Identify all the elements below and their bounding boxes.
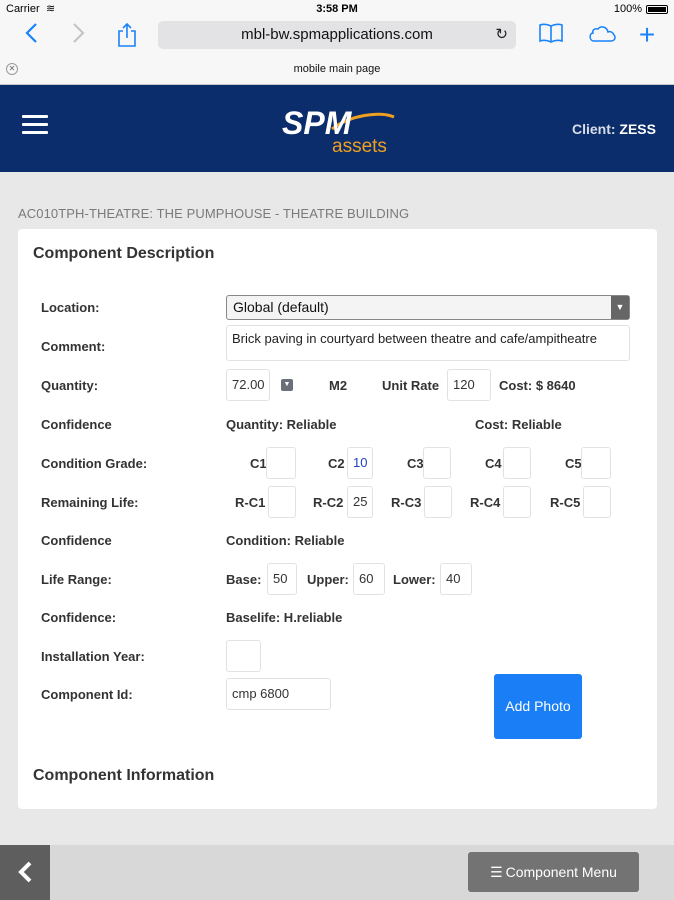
location-selected-value: Global (default): [233, 299, 329, 315]
remaining-life-label: Remaining Life:: [41, 495, 139, 510]
back-icon[interactable]: [20, 22, 42, 48]
hamburger-menu-icon[interactable]: [22, 115, 48, 135]
rc2-label: R-C2: [313, 495, 344, 510]
comment-label: Comment:: [41, 339, 106, 354]
life-range-label: Life Range:: [41, 572, 112, 587]
tab-bar: ✕ mobile main page: [0, 54, 674, 85]
breadcrumb: AC010TPH-THEATRE: THE PUMPHOUSE - THEATR…: [18, 206, 410, 221]
section-title-description: Component Description: [33, 245, 215, 262]
baselife-confidence: Baselife: H.reliable: [226, 610, 343, 625]
browser-toolbar: mbl-bw.spmapplications.com ↻ +: [0, 18, 674, 54]
tab-title[interactable]: mobile main page: [0, 63, 674, 75]
component-menu-button[interactable]: ☰ Component Menu: [468, 852, 639, 892]
battery-icon: [646, 5, 668, 14]
grade-c2-label: C2: [328, 456, 345, 471]
base-input[interactable]: 50: [267, 563, 297, 595]
address-bar[interactable]: mbl-bw.spmapplications.com ↻: [158, 21, 516, 49]
quantity-confidence: Quantity: Reliable: [226, 417, 337, 432]
cost-value: Cost: $ 8640: [499, 378, 576, 393]
quantity-label: Quantity:: [41, 378, 99, 393]
quantity-input[interactable]: 72.00: [226, 369, 270, 401]
condition-confidence: Condition: Reliable: [226, 533, 345, 548]
rc3-input[interactable]: [424, 486, 452, 518]
bookmarks-icon[interactable]: [538, 22, 564, 48]
installation-year-label: Installation Year:: [41, 649, 145, 664]
lower-label: Lower:: [393, 572, 436, 587]
condition-grade-label: Condition Grade:: [41, 456, 148, 471]
clock: 3:58 PM: [316, 3, 358, 15]
rc2-input[interactable]: 25: [347, 486, 373, 518]
rc4-input[interactable]: [503, 486, 531, 518]
chevron-down-icon: ▼: [611, 296, 629, 319]
lower-input[interactable]: 40: [440, 563, 472, 595]
rc1-input[interactable]: [268, 486, 296, 518]
base-label: Base:: [226, 572, 262, 587]
confidence-label-2: Confidence: [41, 533, 112, 548]
client-name: ZESS: [619, 121, 656, 137]
client-indicator: Client: ZESS: [572, 121, 656, 137]
grade-c2-input[interactable]: 10: [347, 447, 373, 479]
confidence-label-1: Confidence: [41, 417, 112, 432]
forward-icon[interactable]: [68, 22, 90, 48]
confidence-label-3: Confidence:: [41, 610, 117, 625]
installation-year-input[interactable]: [226, 640, 261, 672]
unit-rate-label: Unit Rate: [382, 378, 440, 393]
rc3-label: R-C3: [391, 495, 422, 510]
grade-c5-label: C5: [565, 456, 582, 471]
grade-c5-input[interactable]: [581, 447, 611, 479]
quantity-unit: M2: [329, 378, 348, 393]
new-tab-icon[interactable]: +: [634, 21, 660, 49]
url-text: mbl-bw.spmapplications.com: [241, 26, 433, 43]
section-title-information: Component Information: [33, 767, 215, 784]
battery-percent: 100%: [613, 3, 642, 15]
component-menu-label: Component Menu: [505, 864, 617, 880]
upper-label: Upper:: [307, 572, 349, 587]
share-icon[interactable]: [114, 22, 140, 48]
rc4-label: R-C4: [470, 495, 501, 510]
location-label: Location:: [41, 300, 100, 315]
chevron-left-icon: [18, 861, 32, 883]
component-id-input[interactable]: cmp 6800: [226, 678, 331, 710]
client-label: Client:: [571, 121, 616, 137]
component-id-label: Component Id:: [41, 687, 133, 702]
back-button[interactable]: [0, 845, 50, 900]
bottom-bar: ☰ Component Menu: [0, 845, 674, 900]
component-card: Component Description Location: Global (…: [18, 229, 657, 809]
logo-text-bottom: assets: [332, 136, 387, 155]
location-select[interactable]: Global (default) ▼: [226, 295, 630, 320]
grade-c1-input[interactable]: [266, 447, 296, 479]
unit-rate-input[interactable]: 120: [447, 369, 491, 401]
grade-c4-label: C4: [485, 456, 502, 471]
reload-icon[interactable]: ↻: [495, 21, 508, 49]
rc5-input[interactable]: [583, 486, 611, 518]
add-photo-button[interactable]: Add Photo: [494, 674, 582, 739]
grade-c3-input[interactable]: [423, 447, 451, 479]
cost-confidence: Cost: Reliable: [475, 417, 562, 432]
grade-c1-label: C1: [250, 456, 267, 471]
rc5-label: R-C5: [550, 495, 581, 510]
quantity-stepper-icon[interactable]: ▼: [281, 379, 293, 391]
spm-assets-logo: SPM assets: [282, 105, 395, 155]
upper-input[interactable]: 60: [353, 563, 385, 595]
comment-field[interactable]: Brick paving in courtyard between theatr…: [226, 325, 630, 361]
grade-c4-input[interactable]: [503, 447, 531, 479]
rc1-label: R-C1: [235, 495, 266, 510]
app-header: SPM assets Client: ZESS: [0, 85, 674, 172]
list-icon: ☰: [490, 864, 503, 880]
grade-c3-label: C3: [407, 456, 424, 471]
status-bar: Carrier ≋ 3:58 PM 100%: [0, 0, 674, 18]
cloud-tabs-icon[interactable]: [586, 22, 618, 48]
